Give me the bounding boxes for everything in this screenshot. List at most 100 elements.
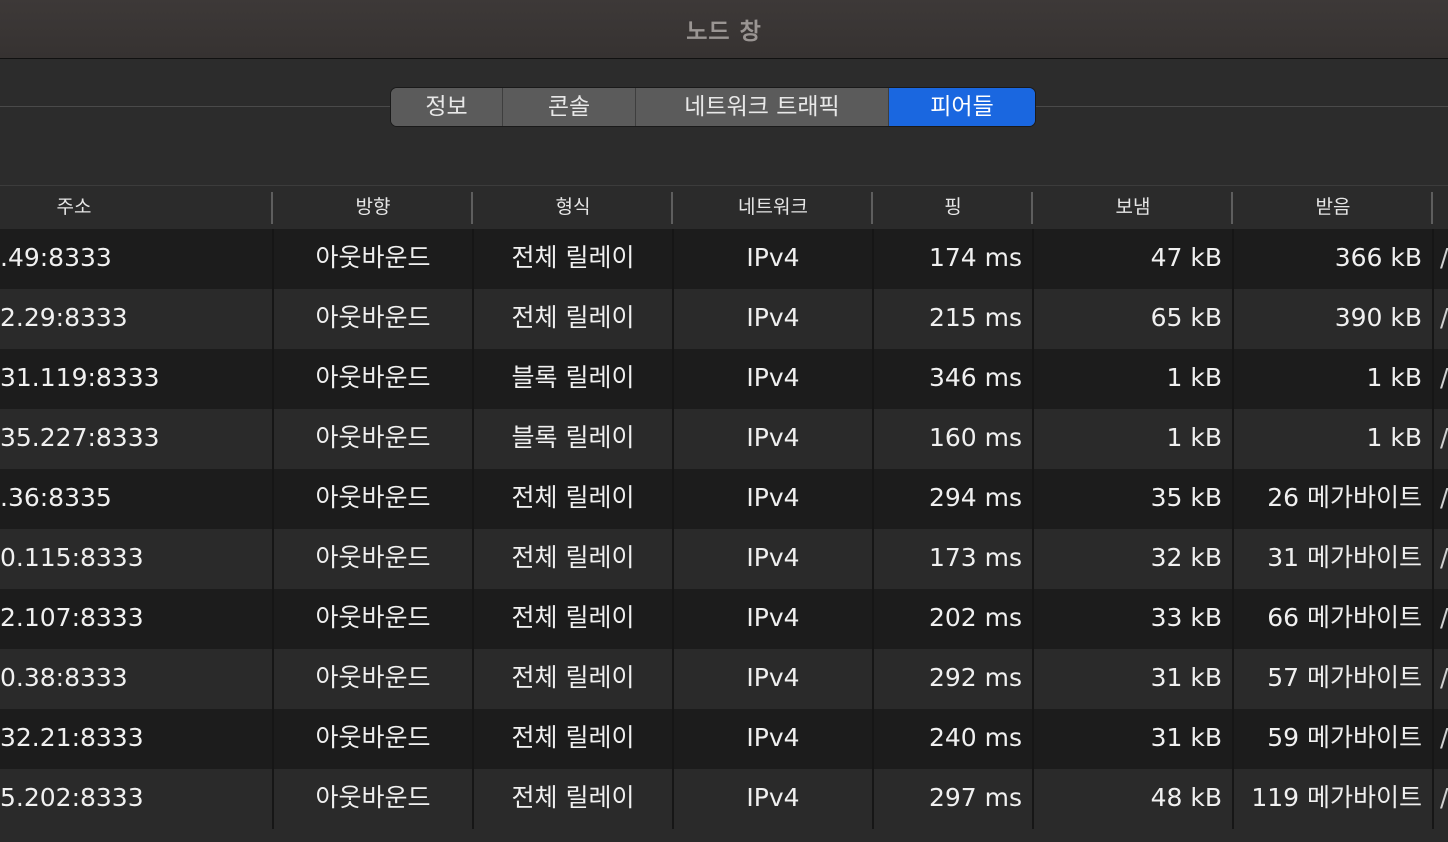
cell-ping: 346 ms <box>928 363 1022 392</box>
cell-direction: 아웃바운드 <box>315 543 431 572</box>
column-divider <box>1432 229 1434 289</box>
cell-received: 366 kB <box>1334 243 1422 272</box>
tab-bar: 정보 콘솔 네트워크 트래픽 피어들 <box>390 87 1036 127</box>
node-window: 노드 창 정보 콘솔 네트워크 트래픽 피어들 주소 방향 형식 네트워크 핑 … <box>0 0 1448 842</box>
cell-received: 26 메가바이트 <box>1267 483 1422 512</box>
table-row[interactable]: 5.202:8333 아웃바운드 전체 릴레이 IPv4 297 ms 48 kB 119 … <box>0 769 1448 829</box>
cell-address: .36:8335 <box>0 483 112 512</box>
column-divider <box>1432 529 1434 589</box>
header-sent[interactable]: 보냄 <box>1034 186 1232 230</box>
cell-overflow: / <box>1440 543 1448 572</box>
title-bar[interactable]: 노드 창 <box>0 0 1448 59</box>
cell-address: 2.29:8333 <box>0 303 128 332</box>
cell-overflow: / <box>1440 243 1448 272</box>
header-separator[interactable] <box>1031 192 1033 224</box>
column-divider <box>1432 409 1434 469</box>
column-divider <box>1432 349 1434 409</box>
cell-network: IPv4 <box>746 303 800 332</box>
cell-type: 전체 릴레이 <box>511 723 635 752</box>
cell-ping: 294 ms <box>928 483 1022 512</box>
cell-ping: 202 ms <box>928 603 1022 632</box>
header-separator[interactable] <box>1431 192 1433 224</box>
header-direction[interactable]: 방향 <box>274 186 472 230</box>
cell-ping: 240 ms <box>928 723 1022 752</box>
cell-overflow: / <box>1440 723 1448 752</box>
cell-address: 35.227:8333 <box>0 423 160 452</box>
cell-direction: 아웃바운드 <box>315 483 431 512</box>
cell-type: 전체 릴레이 <box>511 783 635 812</box>
cell-sent: 33 kB <box>1150 603 1222 632</box>
cell-network: IPv4 <box>746 483 800 512</box>
cell-type: 블록 릴레이 <box>511 423 635 452</box>
header-address[interactable]: 주소 <box>0 186 148 230</box>
cell-received: 31 메가바이트 <box>1267 543 1422 572</box>
cell-direction: 아웃바운드 <box>315 603 431 632</box>
header-ping[interactable]: 핑 <box>874 186 1032 230</box>
cell-network: IPv4 <box>746 603 800 632</box>
cell-overflow: / <box>1440 363 1448 392</box>
tab-peers[interactable]: 피어들 <box>889 88 1035 126</box>
cell-overflow: / <box>1440 603 1448 632</box>
table-row[interactable]: 2.107:8333 아웃바운드 전체 릴레이 IPv4 202 ms 33 kB 66 메… <box>0 589 1448 649</box>
cell-overflow: / <box>1440 303 1448 332</box>
cell-address: 5.202:8333 <box>0 783 144 812</box>
cell-direction: 아웃바운드 <box>315 783 431 812</box>
cell-received: 1 kB <box>1366 363 1422 392</box>
header-network[interactable]: 네트워크 <box>674 186 872 230</box>
cell-sent: 47 kB <box>1150 243 1222 272</box>
cell-overflow: / <box>1440 663 1448 692</box>
cell-ping: 215 ms <box>928 303 1022 332</box>
tab-info[interactable]: 정보 <box>391 88 503 126</box>
cell-type: 블록 릴레이 <box>511 363 635 392</box>
table-row[interactable]: 0.115:8333 아웃바운드 전체 릴레이 IPv4 173 ms 32 kB 31 메… <box>0 529 1448 589</box>
header-separator[interactable] <box>671 192 673 224</box>
column-divider <box>1432 589 1434 649</box>
header-received[interactable]: 받음 <box>1234 186 1432 230</box>
cell-type: 전체 릴레이 <box>511 303 635 332</box>
table-row[interactable]: 32.21:8333 아웃바운드 전체 릴레이 IPv4 240 ms 31 kB 59 메… <box>0 709 1448 769</box>
column-divider <box>1432 709 1434 769</box>
tab-console[interactable]: 콘솔 <box>503 88 636 126</box>
cell-ping: 174 ms <box>928 243 1022 272</box>
table-row[interactable]: 35.227:8333 아웃바운드 블록 릴레이 IPv4 160 ms 1 kB 1 kB… <box>0 409 1448 469</box>
cell-sent: 31 kB <box>1150 663 1222 692</box>
cell-sent: 1 kB <box>1166 363 1222 392</box>
cell-type: 전체 릴레이 <box>511 663 635 692</box>
cell-received: 119 메가바이트 <box>1251 783 1422 812</box>
table-row[interactable]: 0.38:8333 아웃바운드 전체 릴레이 IPv4 292 ms 31 kB 57 메가… <box>0 649 1448 709</box>
column-divider <box>1432 649 1434 709</box>
column-divider <box>1432 769 1434 829</box>
cell-sent: 65 kB <box>1150 303 1222 332</box>
cell-overflow: / <box>1440 783 1448 812</box>
header-separator[interactable] <box>871 192 873 224</box>
cell-direction: 아웃바운드 <box>315 363 431 392</box>
cell-direction: 아웃바운드 <box>315 423 431 452</box>
table-row[interactable]: 2.29:8333 아웃바운드 전체 릴레이 IPv4 215 ms 65 kB 390 k… <box>0 289 1448 349</box>
table-row[interactable]: 31.119:8333 아웃바운드 블록 릴레이 IPv4 346 ms 1 kB 1 kB… <box>0 349 1448 409</box>
table-row[interactable]: .36:8335 아웃바운드 전체 릴레이 IPv4 294 ms 35 kB 26 메가바… <box>0 469 1448 529</box>
cell-overflow: / <box>1440 483 1448 512</box>
peer-table-body: .49:8333 아웃바운드 전체 릴레이 IPv4 174 ms 47 kB 366 kB… <box>0 229 1448 829</box>
cell-sent: 32 kB <box>1150 543 1222 572</box>
cell-sent: 31 kB <box>1150 723 1222 752</box>
cell-network: IPv4 <box>746 423 800 452</box>
cell-ping: 160 ms <box>928 423 1022 452</box>
cell-network: IPv4 <box>746 543 800 572</box>
cell-direction: 아웃바운드 <box>315 303 431 332</box>
window-title: 노드 창 <box>686 19 762 45</box>
header-separator[interactable] <box>1231 192 1233 224</box>
cell-direction: 아웃바운드 <box>315 723 431 752</box>
cell-network: IPv4 <box>746 663 800 692</box>
cell-direction: 아웃바운드 <box>315 663 431 692</box>
header-separator[interactable] <box>471 192 473 224</box>
header-separator[interactable] <box>271 192 273 224</box>
cell-address: 2.107:8333 <box>0 603 144 632</box>
cell-ping: 297 ms <box>928 783 1022 812</box>
cell-ping: 292 ms <box>928 663 1022 692</box>
cell-received: 59 메가바이트 <box>1267 723 1422 752</box>
header-type[interactable]: 형식 <box>474 186 672 230</box>
cell-address: 0.38:8333 <box>0 663 128 692</box>
tab-network-traffic[interactable]: 네트워크 트래픽 <box>636 88 889 126</box>
cell-address: 32.21:8333 <box>0 723 144 752</box>
table-row[interactable]: .49:8333 아웃바운드 전체 릴레이 IPv4 174 ms 47 kB 366 kB… <box>0 229 1448 289</box>
